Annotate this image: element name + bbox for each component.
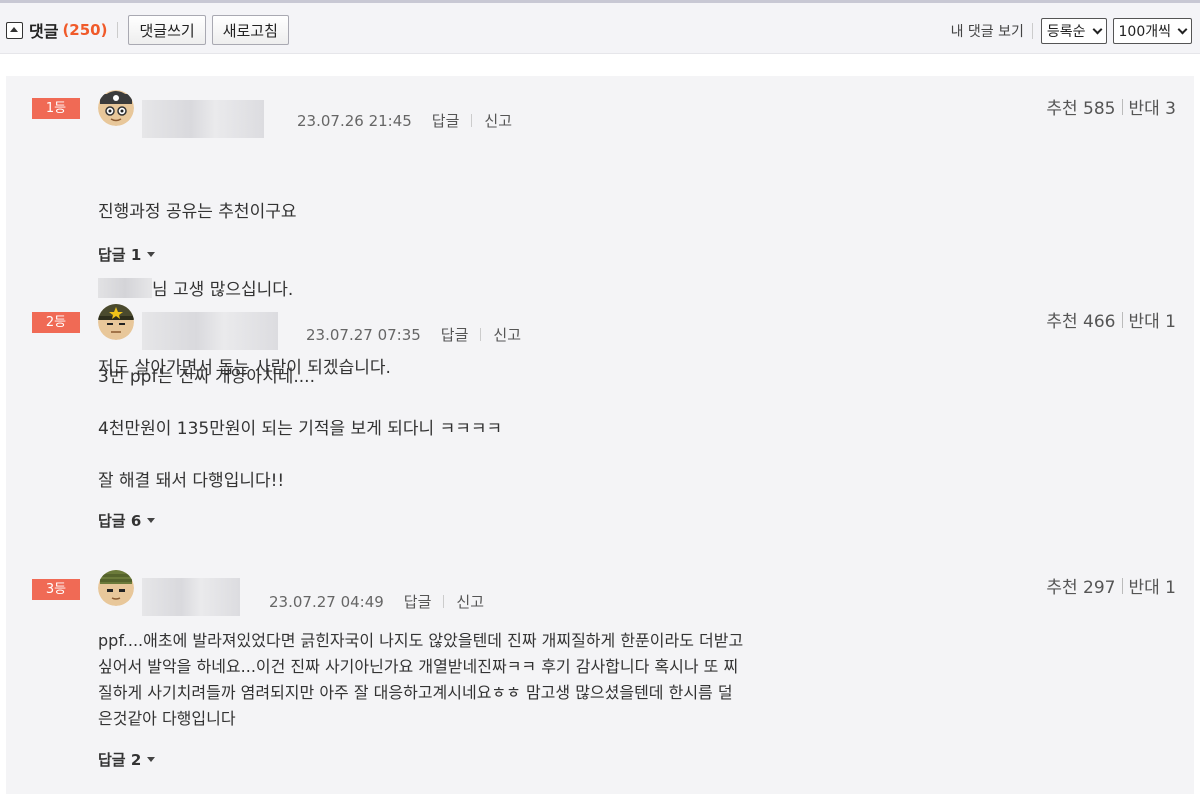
caret-down-icon bbox=[147, 518, 156, 523]
report-link[interactable]: 신고 bbox=[493, 324, 521, 345]
comment-meta: 23.07.27 07:35 답글 신고 bbox=[306, 324, 521, 345]
oppose-button[interactable]: 반대 3 bbox=[1129, 94, 1177, 119]
avatar-image bbox=[98, 90, 134, 126]
report-link[interactable]: 신고 bbox=[484, 110, 512, 131]
divider bbox=[117, 22, 119, 38]
vote-box: 추천 297 반대 1 bbox=[1046, 573, 1176, 598]
rank-badge: 1등 bbox=[32, 98, 80, 119]
replies-label: 답글 1 bbox=[98, 246, 142, 264]
write-comment-button[interactable]: 댓글쓰기 bbox=[128, 15, 206, 45]
divider bbox=[1121, 577, 1123, 594]
report-link[interactable]: 신고 bbox=[456, 591, 484, 612]
avatar-image bbox=[98, 570, 134, 606]
comments-title: 댓글 bbox=[29, 22, 59, 41]
comment-meta: 23.07.26 21:45 답글 신고 bbox=[297, 110, 512, 131]
refresh-button[interactable]: 새로고침 bbox=[211, 15, 289, 45]
reply-link[interactable]: 답글 bbox=[441, 324, 469, 345]
caret-down-icon bbox=[147, 252, 156, 257]
divider bbox=[1031, 23, 1033, 39]
replies-toggle[interactable]: 답글 1 bbox=[98, 244, 156, 265]
comment-body: ppf....애초에 발라져있었다면 긁힌자국이 나지도 않았을텐데 진짜 개찌… bbox=[98, 631, 744, 728]
divider bbox=[443, 595, 445, 608]
comments-count: (250) bbox=[62, 21, 108, 39]
comment-date: 23.07.27 04:49 bbox=[269, 592, 384, 611]
divider bbox=[1121, 311, 1123, 328]
comment-toolbar: 댓글 (250) 댓글쓰기 새로고침 내 댓글 보기 등록순 100개씩 bbox=[0, 0, 1200, 54]
toolbar-right: 내 댓글 보기 등록순 100개씩 bbox=[951, 17, 1192, 45]
comment-list: 1등 23.07.26 21:45 답글 신고 추천 585 반대 3 진행과정… bbox=[6, 76, 1194, 794]
oppose-button[interactable]: 반대 1 bbox=[1129, 573, 1177, 598]
recommend-button[interactable]: 추천 297 bbox=[1046, 573, 1115, 598]
divider bbox=[480, 328, 482, 341]
toolbar-left: 댓글 (250) 댓글쓰기 새로고침 bbox=[6, 15, 295, 45]
rank-badge: 2등 bbox=[32, 312, 80, 333]
nickname-blurred bbox=[142, 100, 264, 138]
comment-date: 23.07.26 21:45 bbox=[297, 111, 412, 130]
chevron-down-icon bbox=[1092, 24, 1102, 34]
avatar-image bbox=[98, 304, 134, 340]
nickname-blurred bbox=[142, 578, 240, 616]
caret-down-icon bbox=[147, 757, 156, 762]
vote-box: 추천 585 반대 3 bbox=[1046, 94, 1176, 119]
avatar[interactable] bbox=[98, 304, 134, 340]
comment-body: 3번 ppf는 진짜 개양아치네.... 4천만원이 135만원이 되는 기적을… bbox=[98, 367, 503, 491]
comment-line-text: 님 고생 많으십니다. bbox=[152, 280, 294, 300]
vote-box: 추천 466 반대 1 bbox=[1046, 307, 1176, 332]
reply-link[interactable]: 답글 bbox=[432, 110, 460, 131]
rank-badge: 3등 bbox=[32, 579, 80, 600]
divider bbox=[471, 114, 473, 127]
comment-meta: 23.07.27 04:49 답글 신고 bbox=[269, 591, 484, 612]
replies-label: 답글 6 bbox=[98, 512, 142, 530]
avatar[interactable] bbox=[98, 90, 134, 126]
replies-label: 답글 2 bbox=[98, 751, 142, 769]
divider bbox=[1121, 98, 1123, 115]
oppose-button[interactable]: 반대 1 bbox=[1129, 307, 1177, 332]
replies-toggle[interactable]: 답글 2 bbox=[98, 749, 156, 770]
chevron-down-icon bbox=[1177, 24, 1188, 34]
my-comments-link[interactable]: 내 댓글 보기 bbox=[951, 21, 1024, 41]
comment-line: 진행과정 공유는 추천이구요 bbox=[98, 202, 297, 222]
sort-select-value: 등록순 bbox=[1046, 24, 1086, 40]
recommend-button[interactable]: 추천 585 bbox=[1046, 94, 1115, 119]
avatar[interactable] bbox=[98, 570, 134, 606]
per-page-select-value: 100개씩 bbox=[1118, 24, 1171, 40]
per-page-select[interactable]: 100개씩 bbox=[1112, 18, 1192, 44]
collapse-icon[interactable] bbox=[6, 21, 23, 39]
recommend-button[interactable]: 추천 466 bbox=[1046, 307, 1115, 332]
comment-date: 23.07.27 07:35 bbox=[306, 325, 421, 344]
blurred-name bbox=[98, 278, 152, 298]
comment-line: 님 고생 많으십니다. bbox=[98, 277, 978, 303]
sort-select[interactable]: 등록순 bbox=[1040, 18, 1107, 44]
reply-link[interactable]: 답글 bbox=[404, 591, 432, 612]
nickname-blurred bbox=[142, 312, 278, 350]
replies-toggle[interactable]: 답글 6 bbox=[98, 510, 156, 531]
